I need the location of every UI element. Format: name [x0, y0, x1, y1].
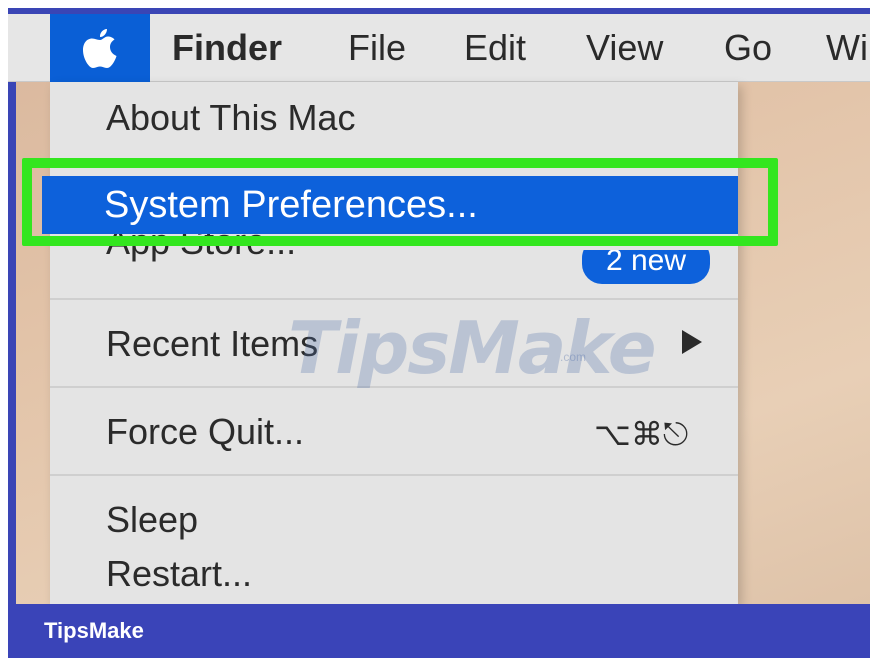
menu-finder[interactable]: Finder [172, 28, 282, 68]
watermark-logo: TipsMake [288, 306, 657, 390]
menu-separator [50, 474, 738, 476]
menu-separator [50, 298, 738, 300]
menu-go[interactable]: Go [724, 28, 772, 68]
watermark-domain: .com [560, 350, 587, 364]
footer-bar: TipsMake [8, 604, 870, 658]
menu-view[interactable]: View [586, 28, 663, 68]
submenu-arrow-icon [682, 330, 702, 354]
menu-file[interactable]: File [348, 28, 406, 68]
annotation-highlight-box [22, 158, 778, 246]
menu-bar: Finder File Edit View Go Wi [8, 14, 870, 82]
menu-edit[interactable]: Edit [464, 28, 526, 68]
menu-item-restart[interactable]: Restart... [50, 554, 738, 594]
menu-item-sleep[interactable]: Sleep [50, 500, 738, 540]
menu-item-about[interactable]: About This Mac [50, 98, 738, 138]
footer-brand: TipsMake [44, 618, 144, 643]
apple-menu-button[interactable] [50, 14, 150, 82]
frame-border-left [8, 8, 16, 608]
menu-window[interactable]: Wi [826, 28, 868, 68]
force-quit-shortcut: ⌥⌘⎋ [594, 415, 689, 453]
apple-icon [83, 29, 117, 68]
